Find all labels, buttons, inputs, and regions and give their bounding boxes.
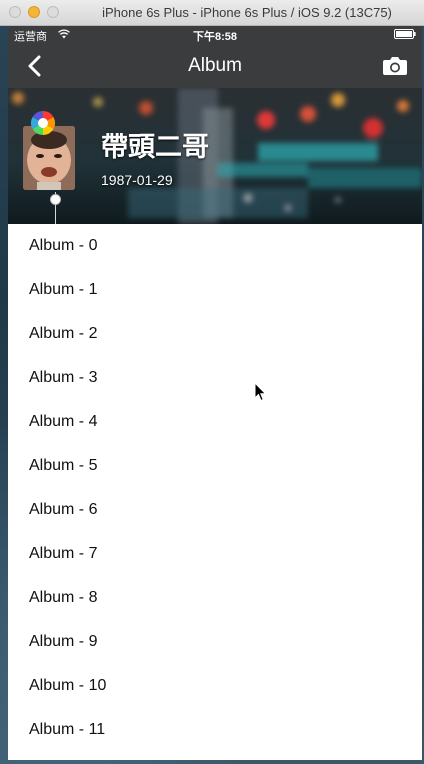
nav-title: Album: [188, 55, 242, 76]
battery-icon: [394, 29, 416, 39]
list-item[interactable]: Album - 10: [8, 664, 422, 708]
list-item[interactable]: Album - 8: [8, 576, 422, 620]
status-time: 下午8:58: [192, 31, 238, 43]
profile-header: 帶頭二哥 1987-01-29: [8, 88, 422, 224]
list-item[interactable]: Album - 11: [8, 708, 422, 752]
slider-knob[interactable]: [50, 194, 61, 205]
list-item[interactable]: Album - 9: [8, 620, 422, 664]
list-item[interactable]: Album - 0: [8, 224, 422, 268]
list-item[interactable]: Album - 4: [8, 400, 422, 444]
list-item[interactable]: Album - 7: [8, 532, 422, 576]
album-list: Album - 0 Album - 1 Album - 2 Album - 3 …: [8, 224, 422, 752]
list-item[interactable]: Album - 1: [8, 268, 422, 312]
status-bar: 运营商 下午8:58: [8, 26, 422, 43]
window-zoom-button[interactable]: [47, 6, 59, 18]
list-item[interactable]: Album - 5: [8, 444, 422, 488]
color-wheel-icon[interactable]: [30, 110, 56, 136]
profile-birthday: 1987-01-29: [101, 172, 173, 188]
camera-icon[interactable]: [382, 55, 408, 77]
window-minimize-button[interactable]: [28, 6, 40, 18]
profile-name: 帶頭二哥: [101, 132, 209, 162]
list-item[interactable]: Album - 3: [8, 356, 422, 400]
window-close-button[interactable]: [9, 6, 21, 18]
window-titlebar: iPhone 6s Plus - iPhone 6s Plus / iOS 9.…: [0, 0, 424, 26]
window-title: iPhone 6s Plus - iPhone 6s Plus / iOS 9.…: [102, 5, 392, 20]
list-item[interactable]: Album - 6: [8, 488, 422, 532]
list-item[interactable]: Album - 2: [8, 312, 422, 356]
navigation-bar: Album: [8, 43, 422, 88]
simulator-screen: 运营商 下午8:58 Album 帶頭二哥 1987-01-29 Album -…: [8, 26, 422, 760]
